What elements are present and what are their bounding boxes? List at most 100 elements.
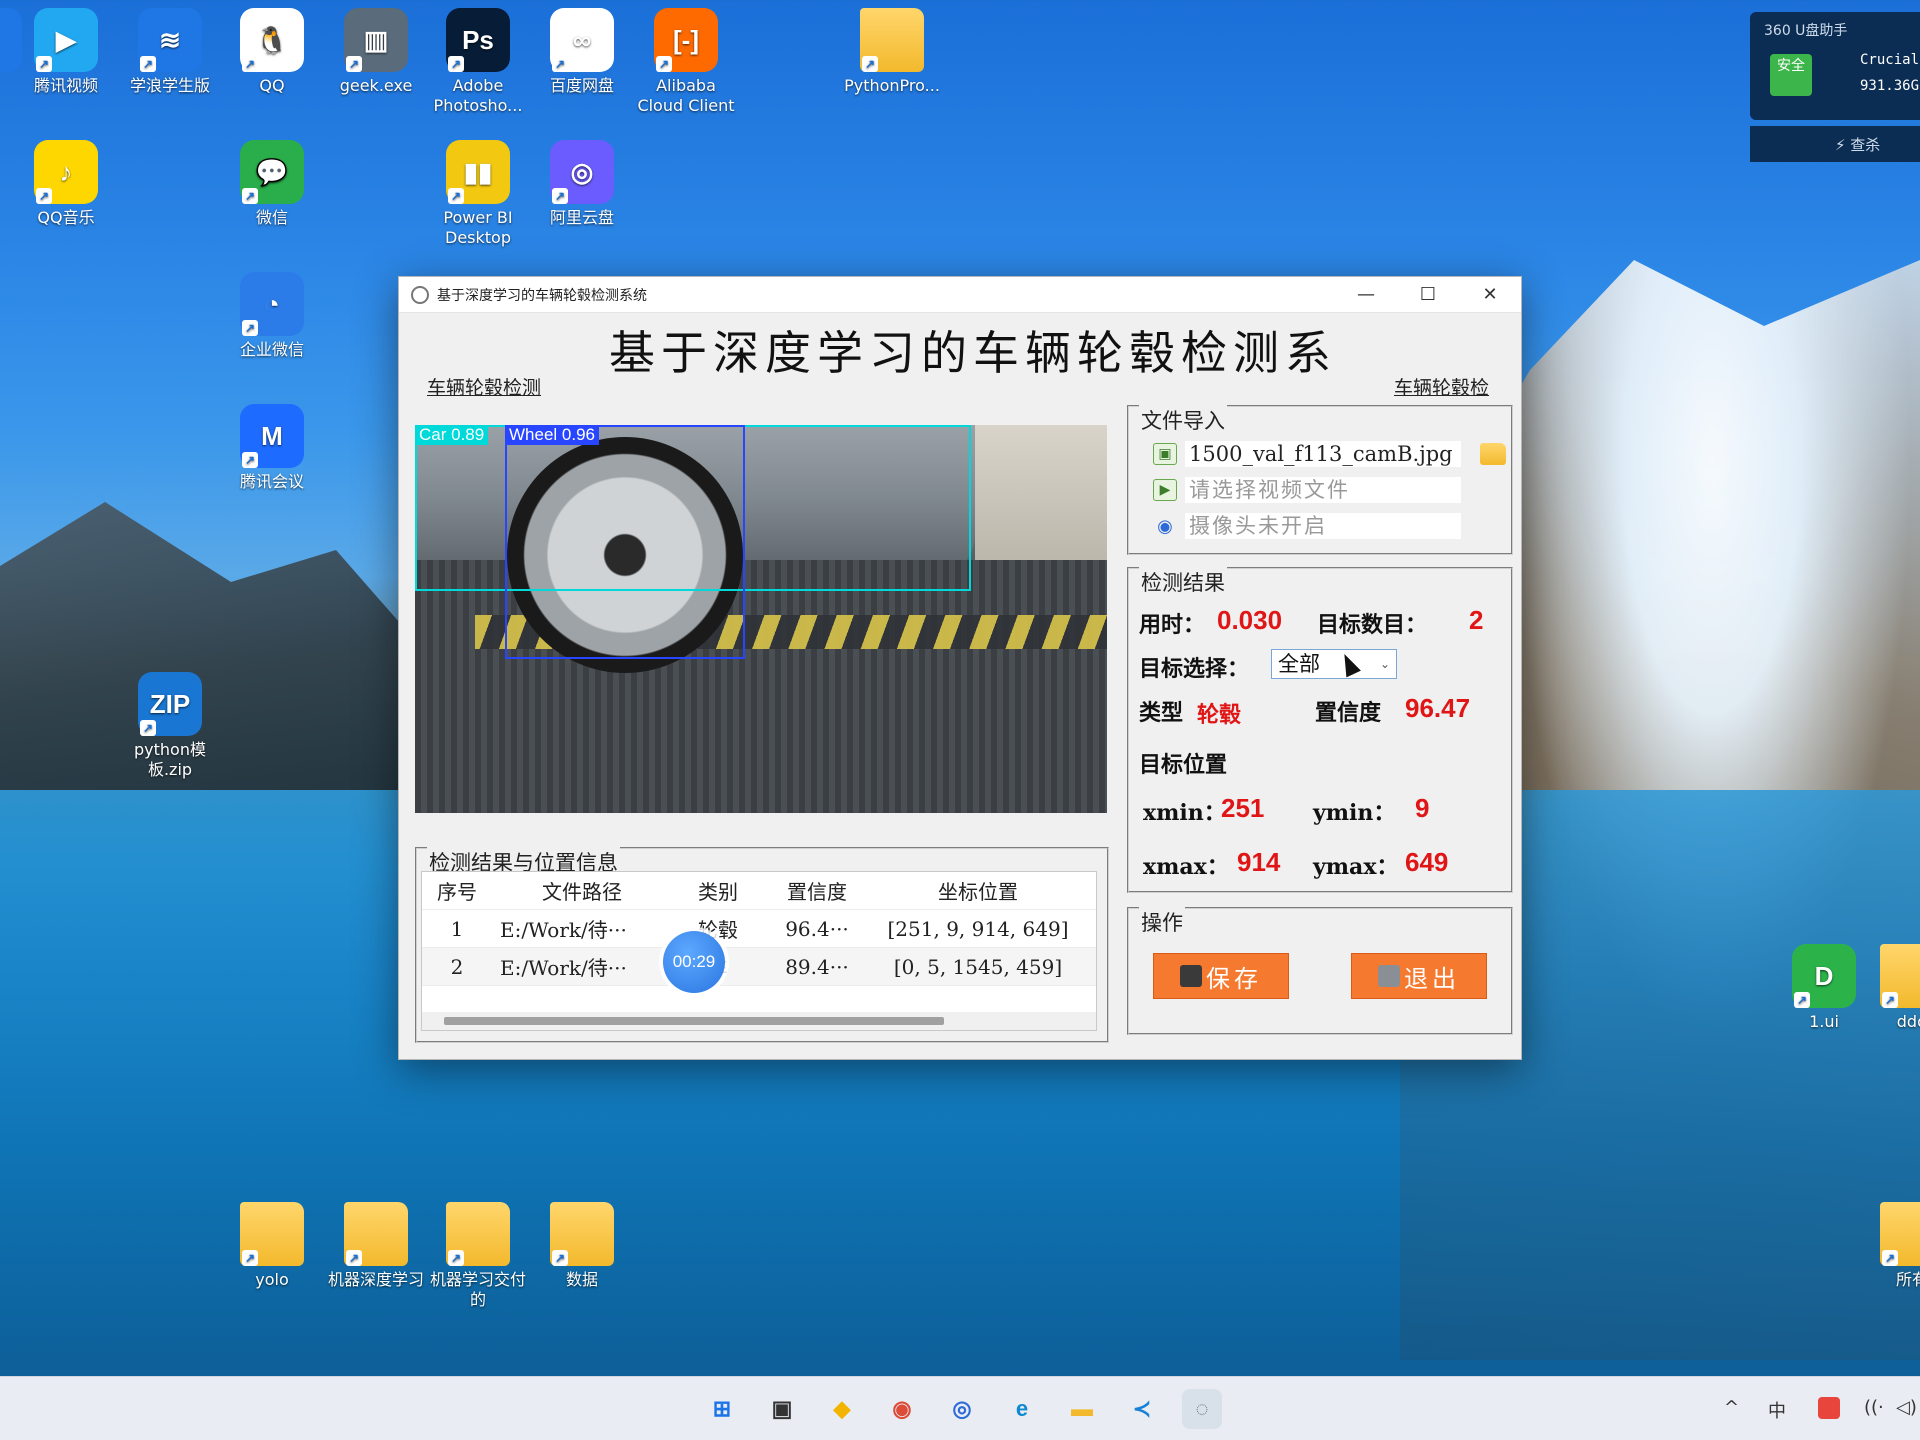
camera-row[interactable]: ◉ 摄像头未开启 [1153,513,1461,539]
recording-timer[interactable]: 00:29 [663,931,725,993]
exit-button[interactable]: 退出 [1351,953,1487,999]
window-titlebar[interactable]: 基于深度学习的车辆轮毂检测系统 — ☐ ✕ [399,277,1521,313]
scrollbar-thumb[interactable] [444,1017,944,1025]
volume-icon[interactable]: ◁) [1896,1397,1917,1418]
close-button[interactable]: ✕ [1459,277,1521,313]
app-icon: ↗ [1880,1202,1920,1266]
col-header-path[interactable]: 文件路径 [492,876,664,905]
taskbar-app-blue-icon[interactable]: ◎ [942,1389,982,1429]
col-header-index[interactable]: 序号 [422,876,492,905]
taskbar-python-app-icon[interactable]: ◌ [1182,1389,1222,1429]
desktop-icon[interactable]: ↗ 所有 [1862,1202,1920,1290]
table-header: 序号 文件路径 类别 置信度 坐标位置 [422,872,1096,910]
desktop-icon[interactable]: D ↗ 1.ui [1774,944,1874,1032]
desktop-icon[interactable]: ↗控 [0,8,40,96]
file-import-title: 文件导入 [1139,405,1227,435]
taskbar-edge-icon[interactable]: e [1002,1389,1042,1429]
desktop-icon[interactable]: M ↗ 腾讯会议 [222,404,322,492]
desktop-icon[interactable]: 💬 ↗ 微信 [222,140,322,228]
desktop-icon[interactable]: ◎ ↗ 阿里云盘 [532,140,632,228]
camera-field[interactable]: 摄像头未开启 [1185,513,1461,539]
desktop-icon[interactable]: [-] ↗ Alibaba Cloud Client [636,8,736,116]
bbox-wheel: Wheel 0.96 [505,425,745,659]
taskbar-chrome-icon[interactable]: ◉ [882,1389,922,1429]
count-label: 目标数目： [1317,612,1428,638]
taskbar-vscode-icon[interactable]: ≺ [1122,1389,1162,1429]
desktop-icon[interactable]: Ps ↗ Adobe Photosho... [428,8,528,116]
target-select-dropdown[interactable]: 全部 ⌄ [1271,649,1397,679]
shortcut-arrow-icon: ↗ [346,1250,362,1266]
folder-open-icon[interactable] [1480,443,1506,465]
video-file-row[interactable]: ▶ 请选择视频文件 [1153,477,1461,503]
app-icon: ◎ ↗ [550,140,614,204]
app-icon: 🐧 ↗ [240,8,304,72]
taskbar-task-view-icon[interactable]: ▣ [762,1389,802,1429]
subtitle-right: 车辆轮毂检 [1393,377,1489,399]
taskbar-start-icon[interactable]: ⊞ [702,1389,742,1429]
desktop-icon[interactable]: ↗ 机器深度学习 [326,1202,426,1290]
desktop-icon-label: Power BI Desktop [443,208,513,247]
usb-assistant-widget[interactable]: 360 U盘助手 安全 Crucial 931.36G [1750,12,1920,120]
table-horizontal-scrollbar[interactable] [422,1012,1096,1030]
save-button[interactable]: 保存 [1153,953,1289,999]
bbox-wheel-label: Wheel 0.96 [505,425,599,445]
desktop-icon-label: 学浪学生版 [129,76,210,95]
video-file-field[interactable]: 请选择视频文件 [1185,477,1461,503]
desktop-icon[interactable]: ↗ 数据 [532,1202,632,1290]
xmin-value: 251 [1221,793,1265,823]
taskbar-file-explorer-icon[interactable]: ▬ [1062,1389,1102,1429]
wifi-icon[interactable]: ((· [1864,1397,1884,1418]
desktop-icon[interactable]: ZIP ↗ python模板.zip [120,672,220,780]
table-row[interactable]: 1 E:/Work/待··· 轮毂 96.4··· [251, 9, 914, … [422,910,1096,948]
desktop-icon-label: 阿里云盘 [549,208,614,227]
bbox-car-label: Car 0.89 [415,425,489,445]
desktop-icon-label: ddd [1896,1012,1920,1031]
usb-scan-button[interactable]: ⚡ 查杀 [1750,126,1920,162]
results-table[interactable]: 序号 文件路径 类别 置信度 坐标位置 1 E:/Work/待··· 轮毂 96… [421,871,1097,1031]
table-row[interactable]: 2 E:/Work/待··· 车 89.4··· [0, 5, 1545, 45… [422,948,1096,986]
icon-glyph: [-] [673,25,699,55]
detect-result-title: 检测结果 [1139,567,1227,597]
desktop-icon-label: 机器深度学习 [327,1270,424,1289]
icon-glyph: ▶ [56,25,76,55]
desktop-icon[interactable]: ∞ ↗ 百度网盘 [532,8,632,96]
taskbar: ⊞ ▣ ◆ ◉ ◎ e ▬ ≺ ◌ ^ 中 ((· ◁) [0,1376,1920,1440]
app-window: 基于深度学习的车辆轮毂检测系统 — ☐ ✕ 基于深度学习的车辆轮毂检测系 车辆轮… [398,276,1522,1060]
shortcut-arrow-icon: ↗ [140,56,156,72]
desktop-icon[interactable]: 🐧 ↗ QQ [222,8,322,96]
desktop-icon[interactable]: ♪ ↗ QQ音乐 [16,140,116,228]
shortcut-arrow-icon: ↗ [242,1250,258,1266]
col-header-class[interactable]: 类别 [664,876,772,905]
cell-coords: [0, 5, 1545, 459] [893,954,1063,979]
count-value: 2 [1469,605,1484,635]
col-header-coords[interactable]: 坐标位置 [862,876,1094,905]
image-file-field[interactable]: 1500_val_f113_camB.jpg [1185,441,1461,467]
desktop-icon-label: PythonPro... [844,76,940,95]
cell-confidence: 96.4··· [785,916,849,941]
xmax-value: 914 [1237,847,1281,877]
app-icon: ↗ [550,1202,614,1266]
app-icon: ↗ [240,1202,304,1266]
desktop-icon[interactable]: ↗ yolo [222,1202,322,1290]
taskbar-app-shield-icon[interactable]: ◆ [822,1389,862,1429]
icon-glyph: ◎ [570,157,594,187]
col-header-confidence[interactable]: 置信度 [772,876,862,905]
maximize-button[interactable]: ☐ [1397,277,1459,313]
app-icon: ∞ ↗ [550,8,614,72]
desktop-icon[interactable]: ↗ ddd [1862,944,1920,1032]
xmin-label: xmin： [1143,800,1226,826]
sogou-ime-icon[interactable] [1818,1397,1840,1419]
desktop-icon[interactable]: ▥ ↗ geek.exe [326,8,426,96]
desktop-icon[interactable]: ↗ PythonPro... [842,8,942,96]
desktop-icon[interactable]: ↗ 机器学习交付的 [428,1202,528,1310]
xmax-label: xmax： [1143,854,1229,880]
ymin-value: 9 [1415,793,1430,823]
minimize-button[interactable]: — [1335,277,1397,313]
desktop-icon[interactable]: ≋ ↗ 学浪学生版 [120,8,220,96]
tray-chevron-icon[interactable]: ^ [1724,1397,1739,1418]
image-file-row[interactable]: ▣ 1500_val_f113_camB.jpg [1153,441,1461,467]
desktop-icon[interactable]: ▮▮ ↗ Power BI Desktop [428,140,528,248]
desktop-icon[interactable]: ◔ ↗ 企业微信 [222,272,322,360]
ime-indicator[interactable]: 中 [1768,1397,1786,1423]
shortcut-arrow-icon: ↗ [1882,1250,1898,1266]
